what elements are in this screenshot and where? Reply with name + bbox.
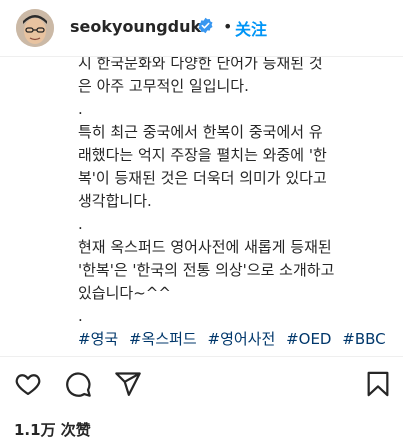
- hashtag-link[interactable]: #OED: [286, 330, 331, 348]
- caption-line: 은 아주 고무적인 일입니다.: [78, 77, 249, 95]
- caption-line: 래했다는 억지 주장을 펼치는 와중에 '한: [78, 146, 327, 164]
- bookmark-icon[interactable]: [364, 370, 392, 398]
- caption-line: 현재 옥스퍼드 영어사전에 새롭게 등재된: [78, 238, 332, 256]
- heart-icon[interactable]: [14, 370, 42, 398]
- avatar[interactable]: [16, 9, 54, 47]
- verified-badge-icon: [197, 17, 214, 34]
- hashtag-link[interactable]: #영어사전: [208, 330, 276, 348]
- hashtag-link[interactable]: #옥스퍼드: [129, 330, 197, 348]
- caption-line: .: [78, 307, 83, 325]
- caption-line: .: [78, 100, 83, 118]
- likes-count[interactable]: 1.1万 次赞: [14, 419, 91, 440]
- hashtag-link[interactable]: #영국: [78, 330, 118, 348]
- username[interactable]: seokyoungduk: [70, 17, 201, 36]
- share-icon[interactable]: [114, 370, 142, 398]
- action-bar: [0, 366, 403, 406]
- caption-line: 복'이 등재된 것은 더욱더 의미가 있다고: [78, 169, 327, 187]
- hashtag-list: #영국 #옥스퍼드 #영어사전 #OED #BBC: [78, 328, 398, 348]
- post-caption: 시 한국문화와 다양한 단어가 등재된 것 은 아주 고무적인 일입니다. . …: [78, 52, 398, 348]
- comment-icon[interactable]: [64, 370, 92, 398]
- post-header: seokyoungduk • 关注: [0, 0, 403, 57]
- caption-line: .: [78, 215, 83, 233]
- caption-line: '한복'은 '한국의 전통 의상'으로 소개하고: [78, 261, 335, 279]
- separator-dot: •: [223, 17, 233, 36]
- caption-line: 특히 최근 중국에서 한복이 중국에서 유: [78, 123, 323, 141]
- caption-line: 생각합니다.: [78, 192, 152, 210]
- divider: [0, 356, 403, 357]
- hashtag-link[interactable]: #BBC: [342, 330, 385, 348]
- caption-line: 있습니다~^^: [78, 284, 171, 302]
- follow-button[interactable]: 关注: [235, 16, 267, 40]
